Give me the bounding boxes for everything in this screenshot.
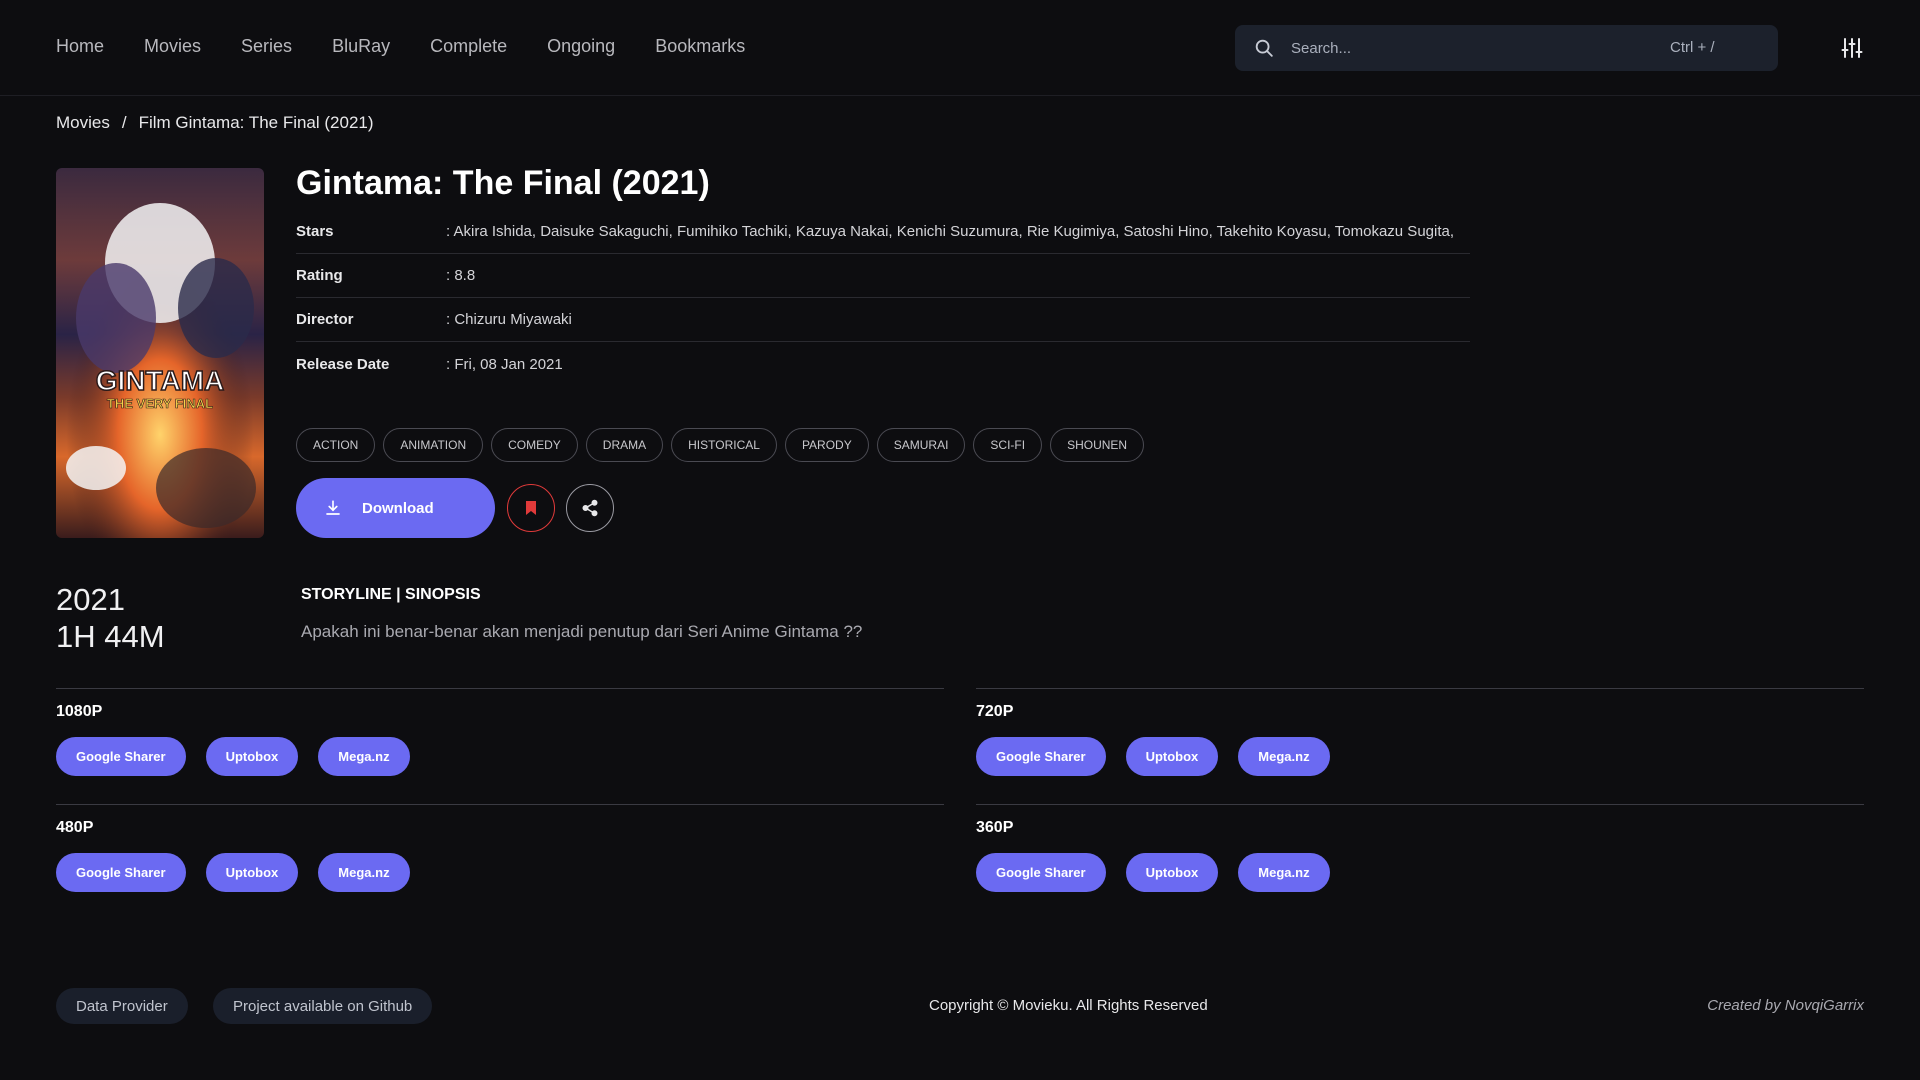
google-sharer-link[interactable]: Google Sharer: [976, 737, 1106, 776]
quality-block-1080p: 1080P Google Sharer Uptobox Mega.nz: [56, 688, 944, 798]
genre-tag[interactable]: COMEDY: [491, 428, 578, 462]
genre-tag[interactable]: ANIMATION: [383, 428, 484, 462]
info-key: Director: [296, 311, 354, 328]
movie-duration: 1H 44M: [56, 619, 165, 654]
quality-label: 480P: [56, 819, 94, 836]
info-value: : 8.8: [446, 267, 476, 284]
info-key: Rating: [296, 267, 343, 284]
main-nav: Home Movies Series BluRay Complete Ongoi…: [56, 36, 745, 57]
genre-tags: ACTION ANIMATION COMEDY DRAMA HISTORICAL…: [296, 428, 1145, 462]
genre-tag[interactable]: DRAMA: [585, 428, 664, 462]
github-project-button[interactable]: Project available on Github: [213, 988, 433, 1024]
nav-complete[interactable]: Complete: [430, 36, 507, 57]
movie-year: 2021: [56, 582, 125, 617]
genre-tag[interactable]: PARODY: [784, 428, 869, 462]
genre-tag[interactable]: ACTION: [296, 428, 376, 462]
search-icon: [1255, 39, 1273, 57]
info-key: Release Date: [296, 355, 390, 373]
download-button-label: Download: [362, 499, 434, 517]
genre-tag[interactable]: SHOUNEN: [1050, 428, 1145, 462]
info-key: Stars: [296, 223, 334, 240]
storyline-text: Apakah ini benar-benar akan menjadi penu…: [301, 622, 863, 641]
nav-series[interactable]: Series: [241, 36, 292, 57]
uptobox-link[interactable]: Uptobox: [205, 737, 299, 776]
filter-settings-icon[interactable]: [1840, 36, 1864, 60]
quality-label: 720P: [976, 703, 1014, 720]
nav-bluray[interactable]: BluRay: [332, 36, 390, 57]
info-row-rating: Rating : 8.8: [296, 254, 1470, 298]
uptobox-link[interactable]: Uptobox: [1125, 853, 1219, 892]
share-icon: [582, 499, 598, 517]
mega-link[interactable]: Mega.nz: [318, 853, 410, 892]
movie-title: Gintama: The Final (2021): [296, 164, 710, 202]
nav-home[interactable]: Home: [56, 36, 104, 57]
genre-tag[interactable]: SCI-FI: [973, 428, 1043, 462]
breadcrumb-separator: /: [121, 113, 127, 132]
mega-link[interactable]: Mega.nz: [318, 737, 410, 776]
copyright-text: Copyright © Movieku. All Rights Reserved: [929, 997, 1208, 1014]
share-button[interactable]: [566, 484, 614, 532]
mega-link[interactable]: Mega.nz: [1238, 853, 1330, 892]
mega-link[interactable]: Mega.nz: [1238, 737, 1330, 776]
data-provider-button[interactable]: Data Provider: [56, 988, 188, 1024]
search-shortcut-hint: Ctrl + /: [1670, 39, 1715, 56]
quality-label: 360P: [976, 819, 1014, 836]
info-row-stars: Stars : Akira Ishida, Daisuke Sakaguchi,…: [296, 210, 1470, 254]
info-value: : Chizuru Miyawaki: [446, 311, 572, 328]
search-box[interactable]: Ctrl + /: [1235, 25, 1778, 71]
quality-block-360p: 360P Google Sharer Uptobox Mega.nz: [976, 804, 1864, 914]
poster-artwork: GINTAMA THE VERY FINAL: [56, 168, 264, 538]
breadcrumb-movies-link[interactable]: Movies: [56, 113, 110, 133]
movie-info-table: Stars : Akira Ishida, Daisuke Sakaguchi,…: [296, 210, 1470, 386]
info-row-director: Director : Chizuru Miyawaki: [296, 298, 1470, 342]
breadcrumb: Movies / Film Gintama: The Final (2021): [56, 113, 374, 133]
google-sharer-link[interactable]: Google Sharer: [56, 853, 186, 892]
download-icon: [326, 500, 340, 515]
search-input[interactable]: [1291, 25, 1651, 71]
bookmark-icon: [526, 501, 536, 515]
info-value: : Fri, 08 Jan 2021: [446, 355, 563, 373]
poster-subtitle-text: THE VERY FINAL: [107, 396, 213, 411]
quality-block-480p: 480P Google Sharer Uptobox Mega.nz: [56, 804, 944, 914]
bookmark-button[interactable]: [507, 484, 555, 532]
uptobox-link[interactable]: Uptobox: [205, 853, 299, 892]
creator-credit: Created by NovqiGarrix: [1707, 997, 1864, 1014]
quality-label: 1080P: [56, 703, 103, 720]
nav-movies[interactable]: Movies: [144, 36, 201, 57]
genre-tag[interactable]: HISTORICAL: [671, 428, 777, 462]
top-navbar: Home Movies Series BluRay Complete Ongoi…: [0, 0, 1920, 96]
nav-ongoing[interactable]: Ongoing: [547, 36, 615, 57]
breadcrumb-current: Film Gintama: The Final (2021): [138, 113, 374, 132]
download-button[interactable]: Download: [296, 478, 495, 538]
uptobox-link[interactable]: Uptobox: [1125, 737, 1219, 776]
info-value: : Akira Ishida, Daisuke Sakaguchi, Fumih…: [446, 223, 1455, 240]
poster-title-text: GINTAMA: [96, 365, 225, 396]
info-row-release-date: Release Date : Fri, 08 Jan 2021: [296, 342, 1470, 386]
quality-block-720p: 720P Google Sharer Uptobox Mega.nz: [976, 688, 1864, 798]
movie-poster: GINTAMA THE VERY FINAL: [56, 168, 264, 538]
genre-tag[interactable]: SAMURAI: [876, 428, 966, 462]
nav-bookmarks[interactable]: Bookmarks: [655, 36, 745, 57]
storyline-heading: STORYLINE | SINOPSIS: [301, 586, 481, 603]
google-sharer-link[interactable]: Google Sharer: [976, 853, 1106, 892]
google-sharer-link[interactable]: Google Sharer: [56, 737, 186, 776]
